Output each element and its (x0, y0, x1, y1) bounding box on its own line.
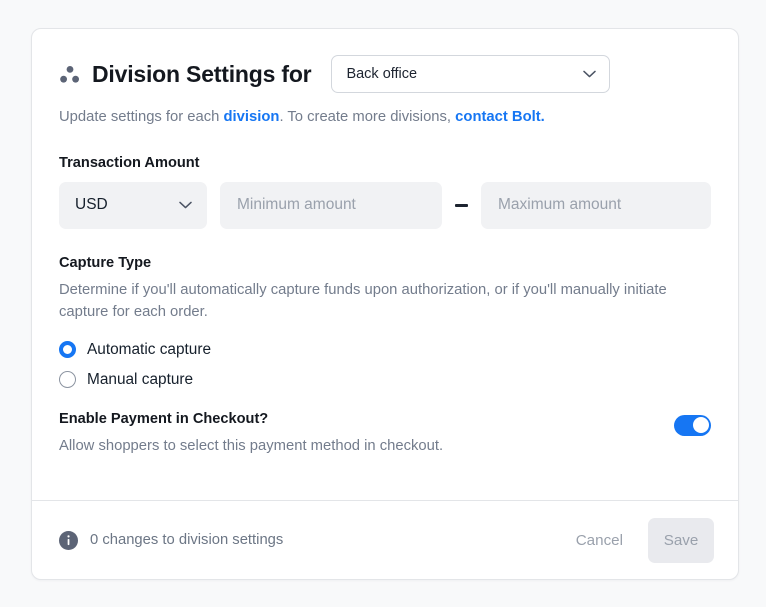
radio-label-manual-capture: Manual capture (87, 370, 194, 388)
enable-payment-description: Allow shoppers to select this payment me… (59, 437, 444, 454)
enable-payment-label: Enable Payment in Checkout? (59, 410, 269, 427)
division-select[interactable]: Back office (331, 55, 611, 93)
page-title: Division Settings for (92, 60, 312, 87)
currency-select-value: USD (75, 196, 108, 214)
cancel-button[interactable]: Cancel (562, 522, 637, 559)
amount-range-separator (455, 203, 468, 207)
radio-selected-icon[interactable] (59, 341, 76, 359)
division-link[interactable]: division (224, 109, 280, 125)
card-header: Division Settings for Back office (59, 55, 711, 93)
transaction-amount-label: Transaction Amount (59, 154, 200, 171)
transaction-amount-row: USD (59, 181, 711, 229)
toggle-knob (692, 417, 709, 434)
subtitle-text-2: . To create more divisions, (279, 109, 456, 125)
minimum-amount-input[interactable] (220, 181, 442, 229)
maximum-amount-input[interactable] (481, 181, 711, 229)
radio-option-manual-capture[interactable]: Manual capture (59, 371, 711, 389)
save-button[interactable]: Save (648, 517, 714, 563)
division-settings-card: Division Settings for Back office Update… (31, 28, 739, 580)
chevron-down-icon (583, 65, 597, 83)
transaction-amount-section: Transaction Amount USD (59, 155, 711, 229)
division-select-value: Back office (346, 66, 418, 82)
currency-select[interactable]: USD (59, 181, 207, 229)
radio-unselected-icon[interactable] (59, 371, 76, 389)
contact-bolt-link[interactable]: contact Bolt. (455, 109, 545, 125)
capture-type-radio-group: Automatic capture Manual capture (59, 341, 711, 389)
info-icon (59, 530, 78, 550)
enable-payment-toggle[interactable] (674, 414, 711, 436)
changes-count-text: 0 changes to division settings (90, 532, 284, 548)
card-body: Division Settings for Back office Update… (32, 29, 738, 457)
division-dots-icon (59, 62, 81, 86)
card-footer: 0 changes to division settings Cancel Sa… (32, 501, 738, 579)
chevron-down-icon (179, 196, 192, 214)
changes-status: 0 changes to division settings (59, 530, 284, 550)
footer-actions: Cancel Save (562, 517, 714, 563)
enable-payment-section: Enable Payment in Checkout? Allow shoppe… (59, 411, 711, 457)
capture-type-section: Capture Type Determine if you'll automat… (59, 255, 711, 389)
card-subtitle: Update settings for each division. To cr… (59, 107, 711, 128)
subtitle-text-1: Update settings for each (59, 109, 224, 125)
enable-payment-text: Enable Payment in Checkout? Allow shoppe… (59, 411, 443, 457)
radio-label-automatic-capture: Automatic capture (87, 340, 212, 358)
radio-option-automatic-capture[interactable]: Automatic capture (59, 341, 711, 359)
capture-type-description: Determine if you'll automatically captur… (59, 281, 667, 321)
capture-type-label: Capture Type (59, 254, 152, 271)
